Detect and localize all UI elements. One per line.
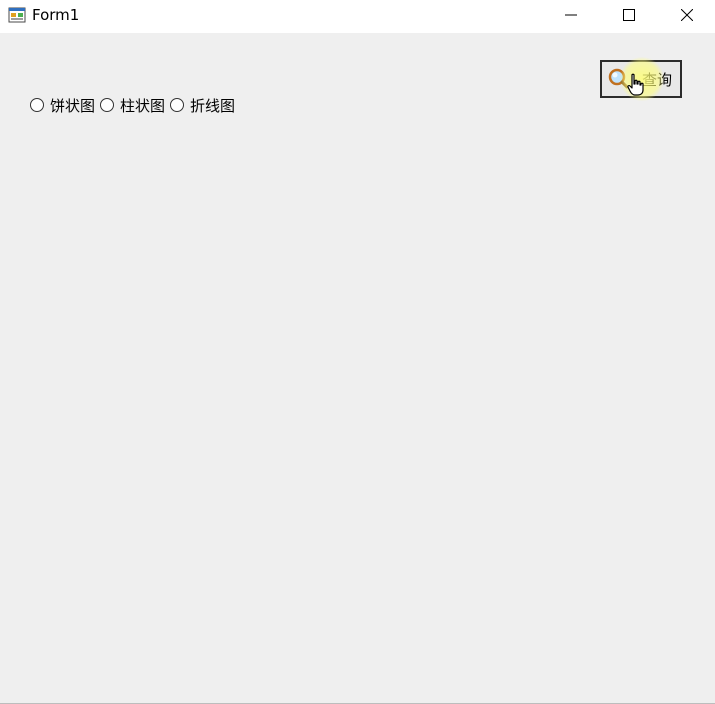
radio-line-chart[interactable]: 折线图 <box>170 95 235 115</box>
maximize-icon <box>623 9 635 21</box>
query-button[interactable]: 查询 <box>600 60 682 98</box>
maximize-button[interactable] <box>600 0 658 30</box>
magnifier-icon <box>608 68 629 89</box>
radio-line-chart-label: 折线图 <box>190 96 236 115</box>
radio-bar-chart-label: 柱状图 <box>120 96 166 115</box>
radio-button-circle[interactable] <box>30 98 44 112</box>
form-client-area: 饼状图 柱状图 折线图 查询 <box>0 33 715 703</box>
radio-pie-chart-label: 饼状图 <box>50 96 96 115</box>
close-icon <box>681 9 693 21</box>
radio-pie-chart[interactable]: 饼状图 <box>30 95 95 115</box>
radio-bar-chart[interactable]: 柱状图 <box>100 95 165 115</box>
winforms-app-icon <box>8 7 26 23</box>
minimize-button[interactable] <box>542 0 600 30</box>
form1-window: Form1 饼状图 柱状图 折线图 查询 <box>0 0 715 704</box>
query-button-label: 查询 <box>642 71 673 89</box>
minimize-icon <box>565 14 577 16</box>
radio-button-circle[interactable] <box>170 98 184 112</box>
title-bar: Form1 <box>0 0 715 33</box>
close-button[interactable] <box>658 0 715 30</box>
window-title: Form1 <box>32 6 80 24</box>
radio-button-circle[interactable] <box>100 98 114 112</box>
